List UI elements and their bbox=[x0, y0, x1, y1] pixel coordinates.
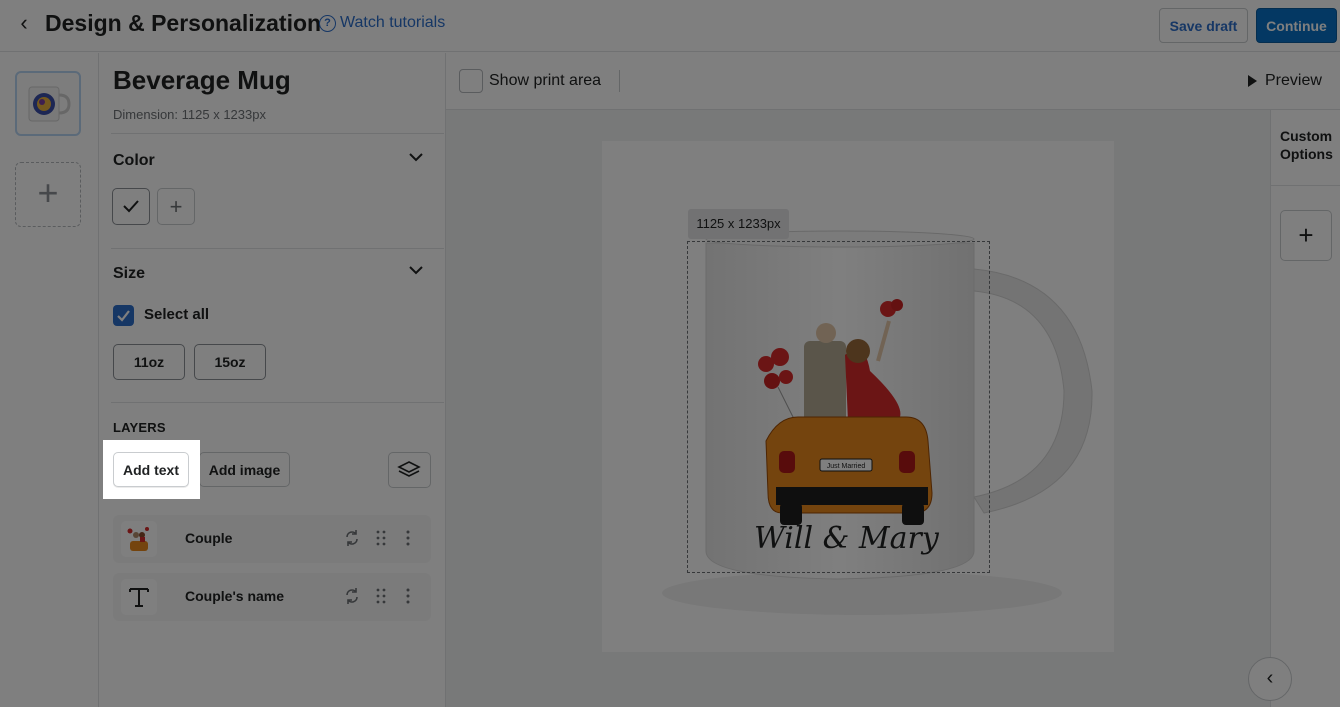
watch-tutorials-label: Watch tutorials bbox=[340, 14, 446, 31]
layers-stack-icon bbox=[397, 461, 421, 477]
size-15oz-button[interactable]: 15oz bbox=[194, 344, 266, 380]
layer-row-couples-name[interactable]: Couple's name bbox=[113, 573, 431, 621]
page-title: Design & Personalization bbox=[45, 10, 322, 36]
text-icon bbox=[129, 588, 149, 607]
layer-image-thumbnail bbox=[121, 521, 157, 557]
product-rail: + bbox=[0, 53, 99, 707]
couple-name-text[interactable]: Will & Mary bbox=[754, 521, 939, 556]
product-name: Beverage Mug bbox=[113, 65, 291, 95]
add-product-button[interactable]: + bbox=[15, 162, 81, 227]
help-circle-icon: ? bbox=[319, 14, 336, 32]
size-11oz-button[interactable]: 11oz bbox=[113, 344, 185, 380]
add-image-button[interactable]: Add image bbox=[199, 452, 290, 487]
layer-name: Couple's name bbox=[185, 588, 285, 604]
continue-button[interactable]: Continue bbox=[1256, 8, 1337, 43]
layers-stack-button[interactable] bbox=[388, 452, 431, 488]
size-section-title: Size bbox=[113, 265, 146, 282]
collapse-panel-button[interactable]: ‹ bbox=[1248, 657, 1292, 701]
more-options-icon[interactable] bbox=[399, 586, 417, 606]
back-arrow-icon[interactable]: ‹ bbox=[14, 12, 34, 36]
show-print-area-checkbox[interactable] bbox=[459, 69, 483, 93]
preview-button[interactable]: Preview bbox=[1248, 72, 1322, 90]
custom-options-panel: Custom Options + bbox=[1270, 110, 1340, 707]
divider bbox=[111, 248, 444, 249]
show-print-area-label: Show print area bbox=[489, 72, 602, 89]
layer-text-thumbnail bbox=[121, 579, 157, 615]
divider bbox=[111, 402, 444, 403]
sync-icon[interactable] bbox=[343, 528, 361, 548]
checkmark-icon bbox=[117, 310, 130, 322]
play-icon bbox=[1248, 75, 1257, 87]
divider bbox=[111, 133, 444, 134]
car-couple-image-icon bbox=[127, 527, 149, 551]
chevron-down-icon[interactable] bbox=[405, 148, 427, 166]
dimension-tag: 1125 x 1233px bbox=[688, 209, 789, 239]
settings-panel: Beverage Mug Dimension: 1125 x 1233px Co… bbox=[99, 53, 446, 707]
watch-tutorials-link[interactable]: ? Watch tutorials bbox=[319, 14, 445, 32]
toolbar-separator bbox=[619, 70, 620, 92]
save-draft-button[interactable]: Save draft bbox=[1159, 8, 1248, 43]
divider bbox=[1271, 185, 1340, 186]
checkmark-icon bbox=[123, 200, 139, 213]
product-dimension: Dimension: 1125 x 1233px bbox=[113, 107, 266, 122]
add-text-button-highlighted[interactable]: Add text bbox=[113, 452, 189, 487]
mug-artboard[interactable]: Just Married 1125 x 1233px Will & Mary bbox=[602, 141, 1114, 652]
preview-label: Preview bbox=[1265, 72, 1322, 89]
add-color-button[interactable]: + bbox=[157, 188, 195, 225]
layer-name: Couple bbox=[185, 530, 233, 546]
canvas-toolbar: Show print area Preview bbox=[446, 53, 1340, 110]
select-all-label: Select all bbox=[144, 306, 210, 323]
color-swatch-selected[interactable] bbox=[112, 188, 150, 225]
top-header: ‹ Design & Personalization ? Watch tutor… bbox=[0, 0, 1340, 52]
onboarding-spotlight: Add text bbox=[103, 440, 200, 499]
design-canvas: Just Married 1125 x 1233px Will & Mary bbox=[446, 110, 1270, 707]
product-thumbnail[interactable] bbox=[15, 71, 81, 136]
layer-row-couple[interactable]: Couple bbox=[113, 515, 431, 563]
select-all-checkbox[interactable] bbox=[113, 305, 134, 326]
sync-icon[interactable] bbox=[343, 586, 361, 606]
drag-handle-icon[interactable] bbox=[372, 586, 390, 606]
mug-thumbnail-icon bbox=[28, 86, 71, 122]
drag-handle-icon[interactable] bbox=[372, 528, 390, 548]
add-custom-option-button[interactable]: + bbox=[1280, 210, 1332, 261]
layers-section-title: LAYERS bbox=[113, 420, 166, 435]
chevron-down-icon[interactable] bbox=[405, 261, 427, 279]
more-options-icon[interactable] bbox=[399, 528, 417, 548]
custom-options-title: Custom Options bbox=[1280, 128, 1333, 162]
color-section-title: Color bbox=[113, 152, 155, 169]
